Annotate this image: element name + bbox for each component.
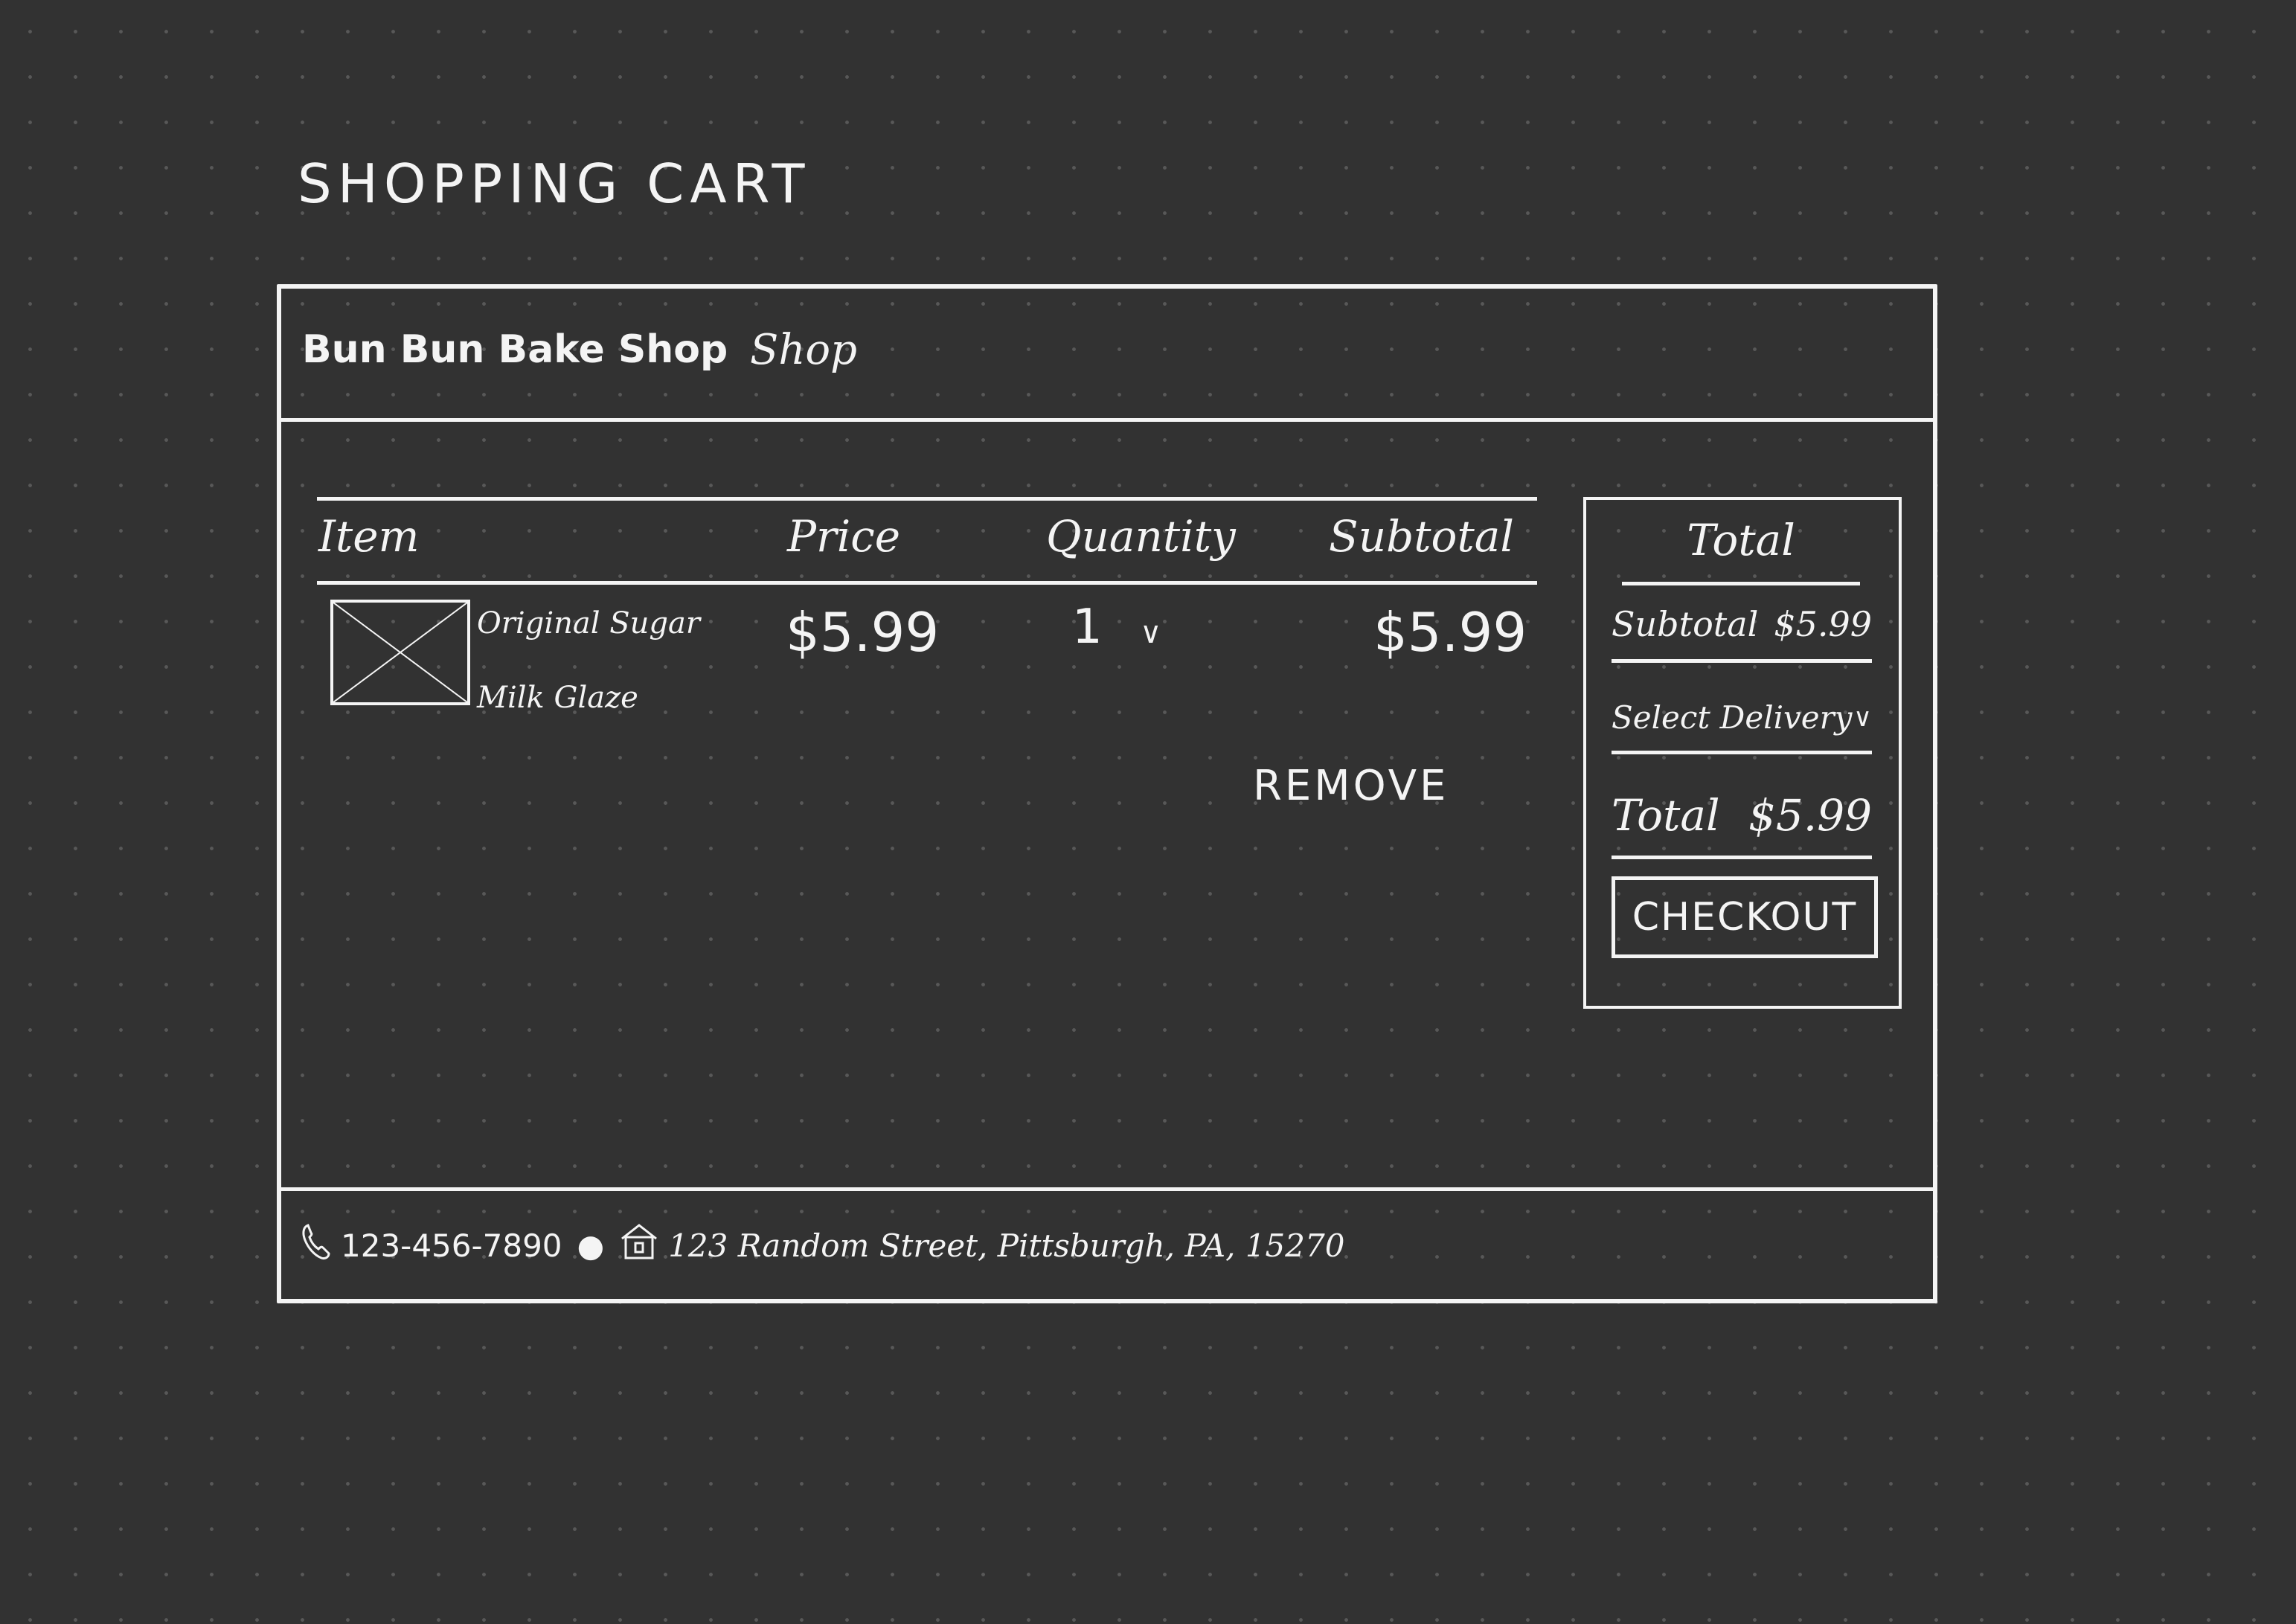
summary-total-value: $5.99 — [1748, 790, 1872, 841]
browser-frame: Bun Bun Bake Shop Shop Item Price Quanti… — [277, 284, 1937, 1303]
chevron-down-icon: ∨ — [1140, 616, 1162, 650]
summary-subtotal-row: Subtotal $5.99 — [1612, 604, 1872, 663]
quantity-dropdown[interactable]: 1 ∨ — [1072, 600, 1161, 655]
separator-dot: ● — [577, 1227, 605, 1264]
item-price: $5.99 — [786, 601, 940, 664]
column-header-subtotal: Subtotal — [1329, 511, 1514, 562]
chevron-down-icon: ∨ — [1853, 702, 1872, 733]
column-header-price: Price — [787, 511, 901, 562]
column-header-quantity: Quantity — [1046, 511, 1236, 562]
product-image-placeholder — [330, 600, 470, 705]
summary-total-row: Total $5.99 — [1612, 790, 1872, 859]
page-title: SHOPPING CART — [298, 153, 811, 215]
checkout-button[interactable]: CHECKOUT — [1612, 876, 1878, 958]
summary-total-label: Total — [1612, 790, 1720, 841]
footer-contact: 123-456-7890 ● 123 Random Street, Pittsb… — [299, 1222, 1344, 1268]
product-name[interactable]: Original Sugar Milk Glaze — [477, 586, 715, 735]
order-summary-panel: Total Subtotal $5.99 Select Delivery ∨ T… — [1583, 497, 1902, 1009]
house-icon — [619, 1222, 659, 1268]
phone-icon — [299, 1222, 332, 1268]
item-subtotal: $5.99 — [1373, 601, 1527, 664]
delivery-select-label: Select Delivery — [1612, 699, 1853, 736]
brand-logo-link[interactable]: Bun Bun Bake Shop — [302, 327, 728, 372]
cart-item-row: Original Sugar Milk Glaze $5.99 1 ∨ $5.9… — [317, 586, 1537, 735]
remove-item-button[interactable]: REMOVE — [1253, 762, 1449, 810]
summary-subtotal-label: Subtotal — [1612, 604, 1759, 644]
footer-phone[interactable]: 123-456-7890 — [341, 1227, 562, 1264]
image-placeholder-icon — [333, 603, 467, 702]
column-header-item: Item — [318, 511, 420, 562]
summary-subtotal-value: $5.99 — [1774, 604, 1872, 644]
navbar: Bun Bun Bake Shop Shop — [281, 289, 1933, 422]
cart-table-header: Item Price Quantity Subtotal — [317, 497, 1537, 585]
summary-title: Total — [1622, 515, 1860, 585]
quantity-value: 1 — [1072, 600, 1103, 655]
delivery-select[interactable]: Select Delivery ∨ — [1612, 699, 1872, 754]
footer-address[interactable]: 123 Random Street, Pittsburgh, PA, 15270 — [668, 1227, 1344, 1264]
footer: 123-456-7890 ● 123 Random Street, Pittsb… — [281, 1187, 1933, 1303]
nav-shop-link[interactable]: Shop — [750, 326, 857, 374]
